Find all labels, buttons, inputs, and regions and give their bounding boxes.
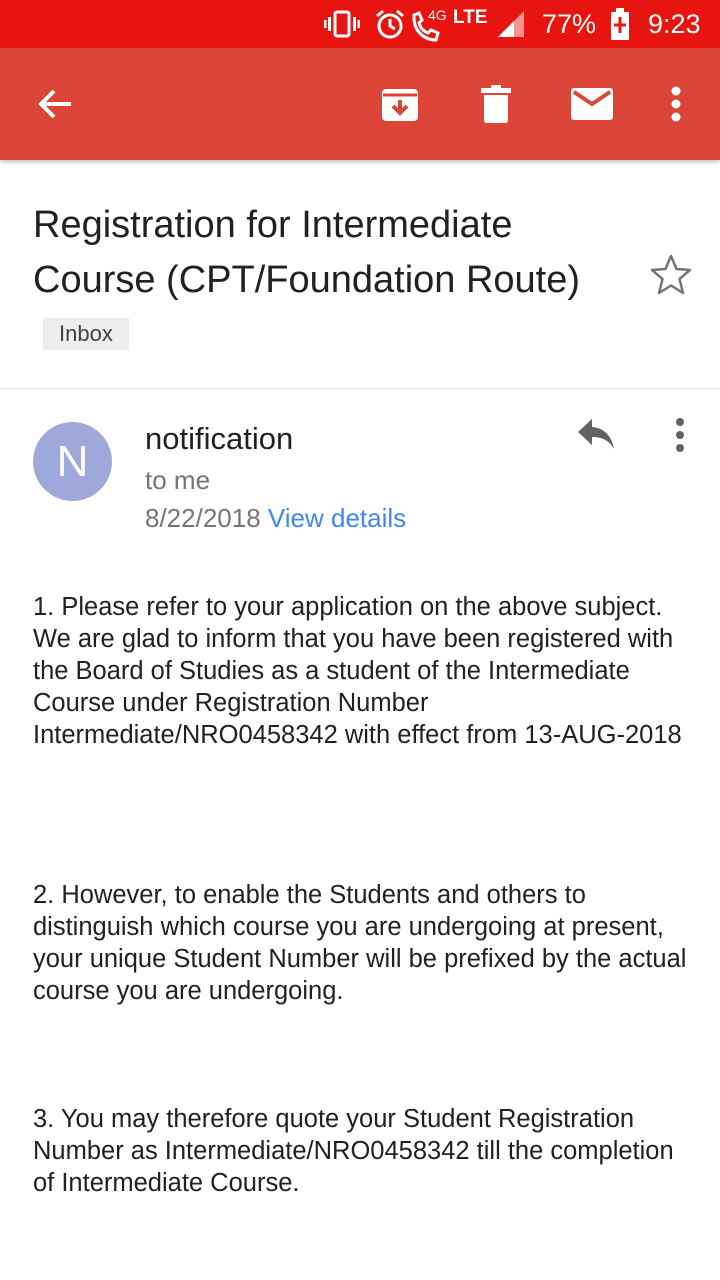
avatar[interactable]: N xyxy=(33,422,112,501)
subject-header: Registration for Intermediate Course (CP… xyxy=(0,160,720,389)
date-line: 8/22/2018 View details xyxy=(145,503,406,534)
more-vert-icon xyxy=(676,418,684,452)
body-paragraph-1: 1. Please refer to your application on t… xyxy=(33,593,682,749)
body-paragraph-2: 2. However, to enable the Students and o… xyxy=(33,881,687,1005)
email-date: 8/22/2018 xyxy=(145,503,261,533)
more-options-button[interactable] xyxy=(640,48,712,160)
volte-call-icon: 4G xyxy=(410,0,452,48)
sender-row: N notification to me 8/22/2018 View deta… xyxy=(0,389,720,549)
svg-text:4G: 4G xyxy=(428,7,447,23)
app-bar xyxy=(0,48,720,160)
body-paragraph-3: 3. You may therefore quote your Student … xyxy=(33,1105,674,1197)
reply-button[interactable] xyxy=(576,417,624,465)
back-button[interactable] xyxy=(19,48,91,160)
more-vert-icon xyxy=(671,86,681,122)
vibrate-icon xyxy=(324,0,360,48)
delete-icon xyxy=(481,85,511,123)
star-button[interactable] xyxy=(648,252,696,300)
clock-time: 9:23 xyxy=(648,8,701,39)
reply-icon xyxy=(578,419,614,449)
recipient-text: to me xyxy=(145,465,211,495)
lte-label: LTE xyxy=(453,7,488,28)
archive-icon xyxy=(382,89,418,121)
back-arrow-icon xyxy=(38,89,71,119)
sender-name: notification xyxy=(145,421,294,456)
view-details-link[interactable]: View details xyxy=(268,503,406,533)
subject-text: Registration for Intermediate Course (CP… xyxy=(33,204,581,301)
alarm-icon xyxy=(374,0,406,48)
mark-unread-button[interactable] xyxy=(556,48,628,160)
archive-button[interactable] xyxy=(364,48,436,160)
email-subject: Registration for Intermediate Course (CP… xyxy=(33,198,593,363)
battery-percent: 77% xyxy=(542,8,597,39)
star-outline-icon xyxy=(650,254,692,295)
battery-charging-icon xyxy=(610,0,630,48)
delete-button[interactable] xyxy=(460,48,532,160)
mark-unread-icon xyxy=(571,88,613,120)
signal-icon xyxy=(496,0,526,48)
inbox-label-chip[interactable]: Inbox xyxy=(43,318,129,350)
message-more-button[interactable] xyxy=(662,417,698,465)
status-bar: 4G LTE 77% 9:23 xyxy=(0,0,720,48)
